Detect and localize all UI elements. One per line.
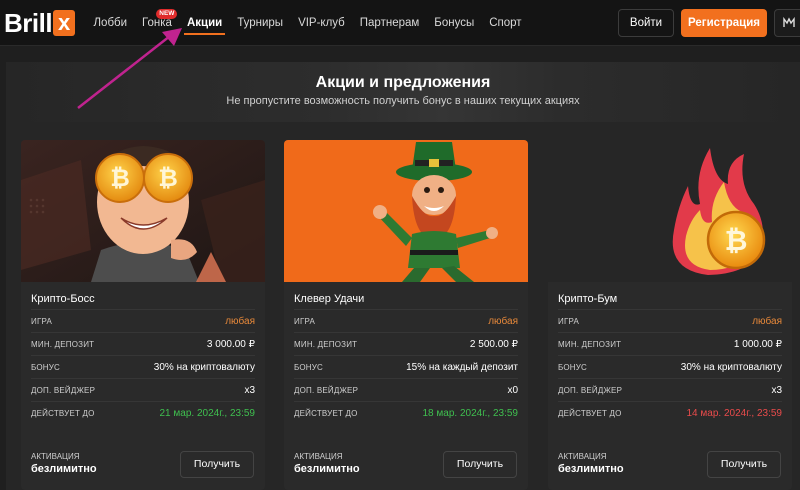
register-button[interactable]: Регистрация <box>681 9 767 37</box>
row-label: Мин. депозит <box>558 340 622 349</box>
row-value: x3 <box>244 385 255 396</box>
row-wager: Доп. вейджер x0 <box>294 378 518 401</box>
row-value: любая <box>225 316 255 327</box>
row-min-deposit: Мин. депозит 3 000.00 ₽ <box>31 332 255 355</box>
row-label: Доп. вейджер <box>31 386 96 395</box>
row-game: Игра любая <box>558 309 782 332</box>
row-label: Мин. депозит <box>294 340 358 349</box>
nav-label: Партнерам <box>359 17 420 29</box>
row-valid-until: Действует до 21 мар. 2024г., 23:59 <box>31 401 255 424</box>
promo-card-crypto-boss: ₿ ₿ Крипто-Босс Игра любая Мин. депозит 3 … <box>21 140 265 490</box>
row-label: Игра <box>31 317 53 326</box>
row-game: Игра любая <box>31 309 255 332</box>
row-value: 1 000.00 ₽ <box>733 339 782 350</box>
row-min-deposit: Мин. депозит 1 000.00 ₽ <box>558 332 782 355</box>
page-title: Акции и предложения <box>315 74 491 91</box>
nav-label: Лобби <box>93 17 128 29</box>
svg-text:₿: ₿ <box>110 164 130 192</box>
row-game: Игра любая <box>294 309 518 332</box>
brillx-logo[interactable]: Brill x <box>4 8 76 38</box>
logo-x-mark: x <box>53 10 76 36</box>
main-nav: Лобби Гонка NEW Акции Турниры VIP-клуб П… <box>86 0 529 46</box>
nav-item-tournaments[interactable]: Турниры <box>230 0 291 46</box>
row-value: любая <box>752 316 782 327</box>
row-label: Доп. вейджер <box>558 386 623 395</box>
row-label: Бонус <box>294 363 324 372</box>
promo-card-clover-luck: Клевер Удачи Игра любая Мин. депозит 2 500… <box>284 140 528 490</box>
crypto-boss-illustration: ₿ ₿ <box>21 140 265 282</box>
nav-label: Турниры <box>237 17 284 29</box>
row-wager: Доп. вейджер x3 <box>31 378 255 401</box>
svg-text:₿: ₿ <box>158 164 178 192</box>
row-bonus: Бонус 15% на каждый депозит <box>294 355 518 378</box>
activation-label: Активация <box>294 452 343 461</box>
row-label: Игра <box>558 317 580 326</box>
row-label: Бонус <box>558 363 588 372</box>
logo-text: Brill <box>4 8 53 38</box>
new-badge: NEW <box>156 9 178 19</box>
nav-item-vip-club[interactable]: VIP-клуб <box>291 0 353 46</box>
row-value: 2 500.00 ₽ <box>469 339 518 350</box>
get-bonus-button[interactable]: Получить <box>707 451 781 478</box>
promotions-section: Акции и предложения Не пропустите возмож… <box>6 62 800 490</box>
top-header: Brill x Лобби Гонка NEW Акции Турниры VI… <box>0 0 800 46</box>
row-value: любая <box>488 316 518 327</box>
row-value: 15% на каждый депозит <box>406 362 518 373</box>
svg-text:₿: ₿ <box>725 224 748 257</box>
page-subtitle: Не пропустите возможность получить бонус… <box>226 95 580 107</box>
card-title: Крипто-Бум <box>558 293 618 305</box>
card-title: Крипто-Босс <box>31 293 95 305</box>
card-title: Клевер Удачи <box>294 293 365 305</box>
nav-item-race[interactable]: Гонка NEW <box>135 0 180 46</box>
promotions-banner: Акции и предложения Не пропустите возмож… <box>6 62 800 122</box>
row-label: Действует до <box>294 409 358 418</box>
login-button[interactable]: Войти <box>618 9 674 37</box>
nav-item-partners[interactable]: Партнерам <box>352 0 427 46</box>
get-bonus-button[interactable]: Получить <box>180 451 254 478</box>
nav-label: Бонусы <box>434 17 475 29</box>
row-value: 3 000.00 ₽ <box>206 339 255 350</box>
nav-label: VIP-клуб <box>298 17 345 29</box>
nav-item-bonuses[interactable]: Бонусы <box>427 0 482 46</box>
nav-label: Акции <box>186 17 223 29</box>
nav-item-sport[interactable]: Спорт <box>482 0 529 46</box>
row-label: Действует до <box>558 409 622 418</box>
row-label: Доп. вейджер <box>294 386 359 395</box>
row-bonus: Бонус 30% на криптовалюту <box>31 355 255 378</box>
row-value: 30% на криптовалюту <box>153 362 255 373</box>
row-label: Мин. депозит <box>31 340 95 349</box>
activation-value: безлимитно <box>558 463 624 475</box>
row-bonus: Бонус 30% на криптовалюту <box>558 355 782 378</box>
row-label: Игра <box>294 317 316 326</box>
activation-label: Активация <box>31 452 80 461</box>
activation-value: безлимитно <box>294 463 360 475</box>
nav-item-promotions[interactable]: Акции <box>179 0 229 46</box>
row-value: x0 <box>507 385 518 396</box>
nav-item-lobby[interactable]: Лобби <box>86 0 135 46</box>
row-valid-until: Действует до 18 мар. 2024г., 23:59 <box>294 401 518 424</box>
language-icon[interactable] <box>774 9 800 37</box>
row-label: Действует до <box>31 409 95 418</box>
nav-label: Спорт <box>489 17 522 29</box>
row-value: x3 <box>771 385 782 396</box>
row-valid-until: Действует до 14 мар. 2024г., 23:59 <box>558 401 782 424</box>
row-value: 21 мар. 2024г., 23:59 <box>159 408 256 419</box>
promo-card-crypto-boom: ₿ Крипто-Бум Игра любая Мин. депозит 1 000… <box>548 140 792 490</box>
activation-value: безлимитно <box>31 463 97 475</box>
row-value: 18 мар. 2024г., 23:59 <box>422 408 519 419</box>
activation-label: Активация <box>558 452 607 461</box>
flaming-bitcoin-illustration: ₿ <box>548 140 792 282</box>
leprechaun-illustration <box>284 140 528 282</box>
row-wager: Доп. вейджер x3 <box>558 378 782 401</box>
row-value: 14 мар. 2024г., 23:59 <box>686 408 783 419</box>
row-min-deposit: Мин. депозит 2 500.00 ₽ <box>294 332 518 355</box>
get-bonus-button[interactable]: Получить <box>443 451 517 478</box>
row-label: Бонус <box>31 363 61 372</box>
row-value: 30% на криптовалюту <box>680 362 782 373</box>
